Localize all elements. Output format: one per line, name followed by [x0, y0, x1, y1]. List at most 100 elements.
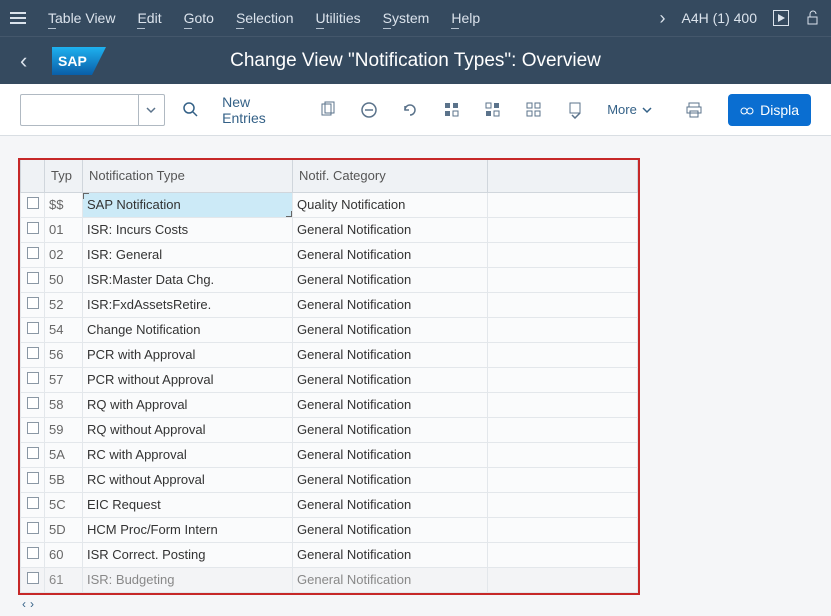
row-typ[interactable]: 60: [45, 542, 83, 567]
row-notif-category[interactable]: General Notification: [293, 317, 488, 342]
row-checkbox[interactable]: [21, 242, 45, 267]
row-notif-category[interactable]: General Notification: [293, 492, 488, 517]
table-row[interactable]: 54Change NotificationGeneral Notificatio…: [21, 317, 638, 342]
row-typ[interactable]: 59: [45, 417, 83, 442]
row-notif-category[interactable]: General Notification: [293, 292, 488, 317]
row-typ[interactable]: 5B: [45, 467, 83, 492]
row-notif-category[interactable]: General Notification: [293, 442, 488, 467]
table-row[interactable]: 58RQ with ApprovalGeneral Notification: [21, 392, 638, 417]
view-dropdown[interactable]: [20, 94, 165, 126]
row-typ[interactable]: $$: [45, 192, 83, 217]
table-row[interactable]: 01ISR: Incurs CostsGeneral Notification: [21, 217, 638, 242]
table-row[interactable]: $$SAP NotificationQuality Notification: [21, 192, 638, 217]
row-typ[interactable]: 58: [45, 392, 83, 417]
row-typ[interactable]: 5C: [45, 492, 83, 517]
menu-selection[interactable]: Selection: [236, 10, 294, 26]
row-notification-type[interactable]: ISR:FxdAssetsRetire.: [83, 292, 293, 317]
table-row[interactable]: 56PCR with ApprovalGeneral Notification: [21, 342, 638, 367]
menu-icon[interactable]: [10, 12, 26, 24]
menu-system[interactable]: System: [383, 10, 430, 26]
select-all-icon[interactable]: [436, 94, 467, 126]
lock-open-icon[interactable]: [805, 10, 821, 26]
pager-next-icon[interactable]: ›: [30, 597, 34, 611]
chevron-right-icon[interactable]: ›: [660, 8, 666, 29]
table-row[interactable]: 5DHCM Proc/Form InternGeneral Notificati…: [21, 517, 638, 542]
row-checkbox[interactable]: [21, 217, 45, 242]
table-row[interactable]: 52ISR:FxdAssetsRetire.General Notificati…: [21, 292, 638, 317]
row-checkbox[interactable]: [21, 317, 45, 342]
select-block-icon[interactable]: [477, 94, 508, 126]
deselect-all-icon[interactable]: [519, 94, 550, 126]
table-row[interactable]: 5CEIC RequestGeneral Notification: [21, 492, 638, 517]
header-checkbox[interactable]: [21, 160, 45, 192]
row-notif-category[interactable]: General Notification: [293, 217, 488, 242]
row-notification-type[interactable]: PCR with Approval: [83, 342, 293, 367]
row-notif-category[interactable]: General Notification: [293, 517, 488, 542]
row-checkbox[interactable]: [21, 292, 45, 317]
row-notification-type[interactable]: Change Notification: [83, 317, 293, 342]
row-notif-category[interactable]: General Notification: [293, 242, 488, 267]
row-notification-type[interactable]: ISR: Incurs Costs: [83, 217, 293, 242]
row-typ[interactable]: 57: [45, 367, 83, 392]
table-row[interactable]: 5BRC without ApprovalGeneral Notificatio…: [21, 467, 638, 492]
row-notification-type[interactable]: SAP Notification: [83, 192, 293, 217]
row-typ[interactable]: 54: [45, 317, 83, 342]
table-row[interactable]: 5ARC with ApprovalGeneral Notification: [21, 442, 638, 467]
row-checkbox[interactable]: [21, 192, 45, 217]
header-notif-category[interactable]: Notif. Category: [293, 160, 488, 192]
row-notification-type[interactable]: EIC Request: [83, 492, 293, 517]
row-notif-category[interactable]: General Notification: [293, 467, 488, 492]
row-checkbox[interactable]: [21, 342, 45, 367]
row-typ[interactable]: 02: [45, 242, 83, 267]
header-notif-type[interactable]: Notification Type: [83, 160, 293, 192]
row-notification-type[interactable]: PCR without Approval: [83, 367, 293, 392]
row-checkbox[interactable]: [21, 567, 45, 592]
row-typ[interactable]: 5D: [45, 517, 83, 542]
row-checkbox[interactable]: [21, 517, 45, 542]
row-notif-category[interactable]: General Notification: [293, 267, 488, 292]
row-notification-type[interactable]: HCM Proc/Form Intern: [83, 517, 293, 542]
search-icon[interactable]: [175, 94, 206, 126]
table-row[interactable]: 59RQ without ApprovalGeneral Notificatio…: [21, 417, 638, 442]
row-checkbox[interactable]: [21, 542, 45, 567]
row-notification-type[interactable]: RQ with Approval: [83, 392, 293, 417]
row-notification-type[interactable]: ISR Correct. Posting: [83, 542, 293, 567]
row-notification-type[interactable]: ISR: General: [83, 242, 293, 267]
row-notification-type[interactable]: ISR: Budgeting: [83, 567, 293, 592]
row-typ[interactable]: 52: [45, 292, 83, 317]
row-notif-category[interactable]: General Notification: [293, 417, 488, 442]
more-button[interactable]: More: [601, 102, 659, 117]
menu-goto[interactable]: Goto: [184, 10, 214, 26]
new-entries-button[interactable]: New Entries: [216, 94, 302, 126]
row-checkbox[interactable]: [21, 417, 45, 442]
row-typ[interactable]: 56: [45, 342, 83, 367]
config-icon[interactable]: [560, 94, 591, 126]
row-notif-category[interactable]: General Notification: [293, 392, 488, 417]
row-typ[interactable]: 5A: [45, 442, 83, 467]
table-row[interactable]: 02ISR: GeneralGeneral Notification: [21, 242, 638, 267]
row-notif-category[interactable]: General Notification: [293, 567, 488, 592]
table-row[interactable]: 50ISR:Master Data Chg.General Notificati…: [21, 267, 638, 292]
row-notif-category[interactable]: Quality Notification: [293, 192, 488, 217]
row-notification-type[interactable]: RC without Approval: [83, 467, 293, 492]
row-checkbox[interactable]: [21, 492, 45, 517]
print-icon[interactable]: [679, 94, 710, 126]
menu-edit[interactable]: Edit: [137, 10, 161, 26]
menu-utilities[interactable]: Utilities: [316, 10, 361, 26]
menu-help[interactable]: Help: [451, 10, 480, 26]
row-typ[interactable]: 50: [45, 267, 83, 292]
row-checkbox[interactable]: [21, 367, 45, 392]
table-row[interactable]: 57PCR without ApprovalGeneral Notificati…: [21, 367, 638, 392]
row-typ[interactable]: 61: [45, 567, 83, 592]
row-checkbox[interactable]: [21, 392, 45, 417]
display-button[interactable]: Displa: [728, 94, 811, 126]
row-notif-category[interactable]: General Notification: [293, 367, 488, 392]
table-row[interactable]: 60ISR Correct. PostingGeneral Notificati…: [21, 542, 638, 567]
table-pager[interactable]: ‹ ›: [22, 597, 819, 611]
copy-icon[interactable]: [312, 94, 343, 126]
row-checkbox[interactable]: [21, 442, 45, 467]
row-notification-type[interactable]: RQ without Approval: [83, 417, 293, 442]
menu-table-view[interactable]: Table View: [48, 10, 115, 26]
row-notification-type[interactable]: ISR:Master Data Chg.: [83, 267, 293, 292]
row-notif-category[interactable]: General Notification: [293, 542, 488, 567]
